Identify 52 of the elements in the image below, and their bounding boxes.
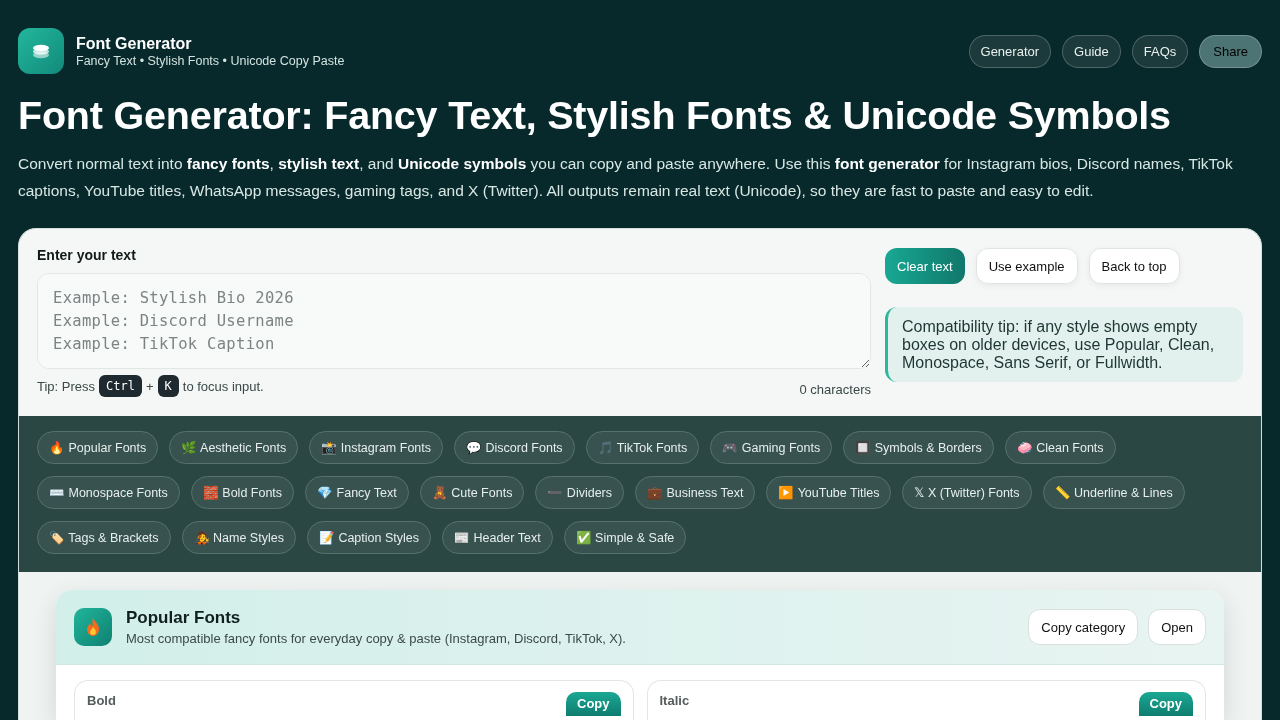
category-chip[interactable]: 💬 Discord Fonts [454, 431, 575, 464]
category-chip[interactable]: ⌨ Monospace Fonts [37, 476, 180, 509]
tip-text: + [145, 378, 154, 394]
category-chip[interactable]: 🧑‍🎤 Name Styles [181, 521, 296, 554]
action-button[interactable]: Back to top [1088, 248, 1180, 284]
style-name: Bold [87, 693, 116, 708]
category-chip[interactable]: 🧸 Cute Fonts [419, 476, 525, 509]
nav-link[interactable]: FAQs [1131, 34, 1189, 68]
style-name: Italic [659, 693, 690, 708]
category-chip[interactable]: 🏷 Tags & Brackets [37, 521, 171, 554]
category-chip[interactable]: 🧱 Bold Fonts [190, 476, 295, 509]
category-chip[interactable]: 𝕏 X (Twitter) Fonts [902, 476, 1032, 509]
category-chip[interactable]: 🧼 Clean Fonts [1004, 431, 1116, 464]
intro-paragraph: Convert normal text into fancy fonts, stylish text, and Unicode symbols you can copy and paste anywhere. Use this font generator for Instagram bios, Discord names, TikTok captions, YouTube titles, WhatsApp messages, gaming tags, and X (Twitter). All outputs remain real text (Unicode), so they are fast to paste and easy to edit. [18, 154, 1234, 201]
category-chip[interactable]: ▶ YouTube Titles [766, 476, 892, 509]
compatibility-tip: Compatibility tip: if any style shows empty boxes on older devices, use Popular, Clean, Monospace, Sans Serif, or Fullwidth. [885, 307, 1243, 382]
category-chip[interactable]: 📸 Instagram Fonts [309, 431, 444, 464]
tip-text: to focus input. [182, 378, 264, 394]
character-count: 0 characters [799, 381, 871, 397]
tip-text: Tip: Press [37, 378, 96, 394]
category-title: Popular Fonts [126, 607, 242, 628]
category-chip[interactable]: 🎵 TikTok Fonts [585, 431, 700, 464]
nav-link[interactable]: Guide [1062, 34, 1121, 68]
header-button[interactable]: Open [1148, 609, 1206, 645]
category-chip[interactable]: 🔥 Popular Fonts [37, 431, 159, 464]
category-chip[interactable]: 💼 Business Text [635, 476, 756, 509]
category-chip[interactable]: ✅ Simple & Safe [563, 521, 687, 554]
action-button[interactable]: Clear text [885, 248, 965, 284]
keyboard-key: Ctrl [99, 375, 142, 397]
category-description: Most compatible fancy fonts for everyday copy & paste (Instagram, Discord, TikTok, X). [126, 630, 627, 647]
flame-icon [74, 608, 112, 646]
keyboard-key: K [157, 375, 179, 397]
copy-button[interactable]: Copy [1138, 692, 1193, 716]
nav-link[interactable]: Generator [968, 34, 1052, 68]
category-chip[interactable]: 🌿 Aesthetic Fonts [169, 431, 299, 464]
category-chip[interactable]: 💎 Fancy Text [305, 476, 409, 509]
text-input-field[interactable]: Example: Stylish Bio 2026 Example: Discord Username Example: TikTok Caption [37, 273, 871, 369]
input-label: Enter your text [37, 246, 137, 264]
layers-logo-icon [18, 28, 64, 74]
copy-button[interactable]: Copy [566, 692, 621, 716]
share-button[interactable]: Share [1199, 34, 1262, 68]
page-heading: Font Generator: Fancy Text, Stylish Fonts & Unicode Symbols [18, 92, 1172, 139]
category-chip[interactable]: 📝 Caption Styles [306, 521, 431, 554]
header-button[interactable]: Copy category [1028, 609, 1139, 645]
category-chip[interactable]: 📏 Underline & Lines [1042, 476, 1185, 509]
site-subtitle: Fancy Text • Stylish Fonts • Unicode Copy Paste [76, 52, 345, 69]
action-button[interactable]: Use example [975, 248, 1078, 284]
category-chip[interactable]: 📰 Header Text [442, 521, 553, 554]
category-chip[interactable]: ➖ Dividers [535, 476, 624, 509]
category-chip[interactable]: 🎮 Gaming Fonts [710, 431, 833, 464]
site-title: Font Generator [76, 33, 193, 53]
category-chip[interactable]: 🔲 Symbols & Borders [843, 431, 994, 464]
